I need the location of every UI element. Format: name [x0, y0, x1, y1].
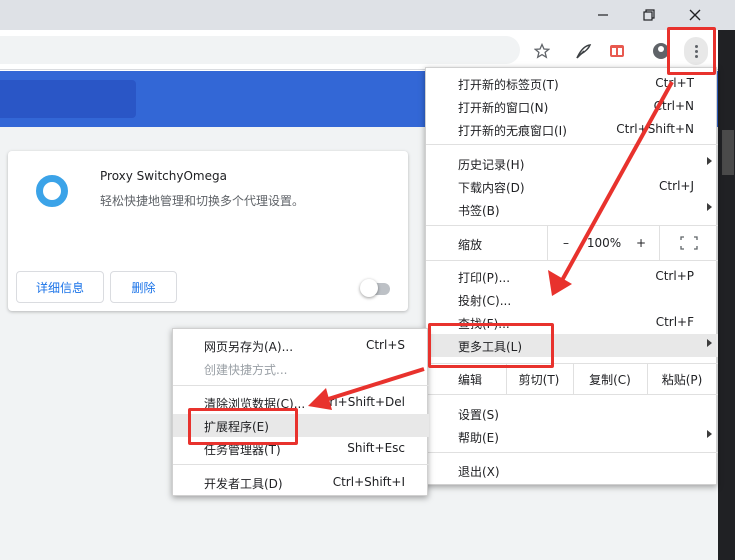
- chevron-right-icon: [707, 157, 712, 165]
- extension-feather-icon[interactable]: [574, 41, 594, 61]
- window-edge: [718, 30, 735, 560]
- extension-card: Proxy SwitchyOmega 轻松快捷地管理和切换多个代理设置。 详细信…: [8, 151, 408, 311]
- menu-history[interactable]: 历史记录(H): [426, 152, 718, 175]
- scrollbar[interactable]: [722, 130, 734, 175]
- menu-print[interactable]: 打印(P)... Ctrl+P: [426, 265, 718, 288]
- paste-button[interactable]: 粘贴(P): [648, 364, 716, 394]
- submenu-devtools[interactable]: 开发者工具(D) Ctrl+Shift+I: [173, 471, 429, 494]
- chevron-right-icon: [707, 339, 712, 347]
- zoom-in-button[interactable]: +: [624, 226, 658, 260]
- extension-name: Proxy SwitchyOmega: [100, 169, 227, 183]
- restore-icon[interactable]: [626, 0, 672, 30]
- menu-zoom: 缩放 – 100% +: [426, 226, 718, 260]
- remove-button[interactable]: 删除: [110, 271, 177, 303]
- toggle-knob[interactable]: [360, 279, 378, 297]
- menu-exit[interactable]: 退出(X): [426, 459, 718, 482]
- chevron-right-icon: [707, 203, 712, 211]
- menu-downloads[interactable]: 下载内容(D) Ctrl+J: [426, 175, 718, 198]
- details-button[interactable]: 详细信息: [16, 271, 104, 303]
- extension-description: 轻松快捷地管理和切换多个代理设置。: [100, 194, 305, 208]
- fullscreen-icon[interactable]: [660, 226, 718, 260]
- minimize-icon[interactable]: [580, 0, 626, 30]
- annotation-box-more-tools: [428, 323, 554, 368]
- menu-help[interactable]: 帮助(E): [426, 425, 718, 448]
- menu-settings[interactable]: 设置(S): [426, 402, 718, 425]
- search-field[interactable]: [0, 80, 136, 118]
- menu-bookmarks[interactable]: 书签(B): [426, 198, 718, 221]
- menu-new-incognito[interactable]: 打开新的无痕窗口(I) Ctrl+Shift+N: [426, 118, 718, 141]
- submenu-create-shortcut: 创建快捷方式...: [204, 363, 288, 377]
- annotation-box-extensions: [188, 408, 298, 445]
- extension-red-icon[interactable]: [607, 41, 627, 61]
- menu-new-tab[interactable]: 打开新的标签页(T) Ctrl+T: [426, 72, 718, 95]
- zoom-level: 100%: [586, 236, 622, 250]
- menu-new-window[interactable]: 打开新的窗口(N) Ctrl+N: [426, 95, 718, 118]
- close-icon[interactable]: [672, 0, 718, 30]
- zoom-out-button[interactable]: –: [548, 226, 584, 260]
- menu-edit: 编辑 剪切(T) 复制(C) 粘贴(P): [426, 364, 718, 394]
- submenu-save-page[interactable]: 网页另存为(A)... Ctrl+S: [173, 334, 429, 357]
- menu-cast[interactable]: 投射(C)...: [426, 288, 718, 311]
- address-bar[interactable]: [0, 36, 520, 64]
- annotation-box-menu: [667, 27, 716, 75]
- cut-button[interactable]: 剪切(T): [506, 364, 572, 394]
- switchyomega-logo-icon: [36, 175, 68, 207]
- chrome-main-menu: 打开新的标签页(T) Ctrl+T 打开新的窗口(N) Ctrl+N 打开新的无痕窗…: [425, 67, 718, 485]
- copy-button[interactable]: 复制(C): [574, 364, 646, 394]
- star-icon[interactable]: [532, 41, 552, 61]
- chevron-right-icon: [707, 430, 712, 438]
